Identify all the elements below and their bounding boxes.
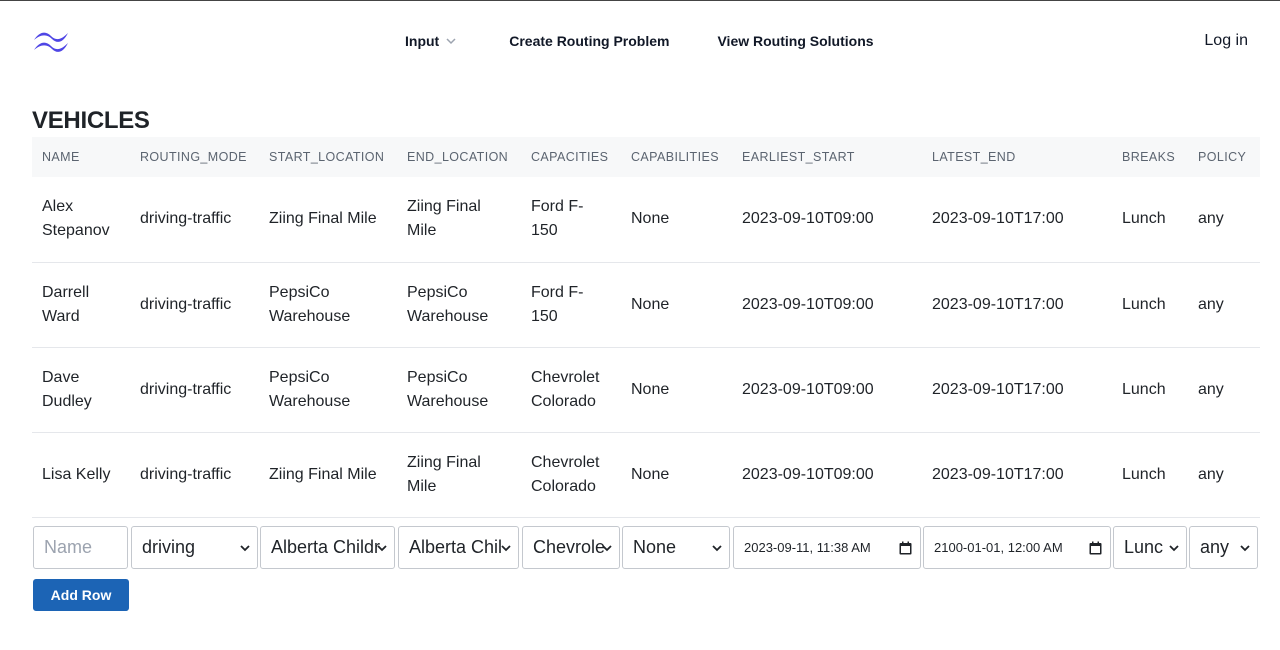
policy-value: any bbox=[1200, 537, 1230, 557]
tailwind-logo-icon[interactable] bbox=[32, 28, 70, 54]
chevron-down-icon bbox=[1240, 545, 1250, 552]
policy-select[interactable]: any bbox=[1189, 526, 1258, 569]
chevron-down-icon bbox=[602, 545, 612, 552]
page-title: VEHICLES bbox=[32, 107, 150, 134]
breaks-value: Lunc bbox=[1124, 537, 1164, 557]
nav-view-label: View Routing Solutions bbox=[717, 33, 874, 49]
cell-routing-mode: driving-traffic bbox=[140, 465, 232, 483]
cell-capacities: Chevrolet Colorado bbox=[531, 453, 600, 495]
cell-earliest-start: 2023-09-10T09:00 bbox=[742, 465, 874, 483]
routing-mode-value: driving bbox=[142, 537, 196, 557]
column-header-earliest-start[interactable]: EARLIEST_START bbox=[732, 137, 922, 177]
cell-capabilities: None bbox=[631, 465, 670, 483]
cell-latest-end: 2023-09-10T17:00 bbox=[932, 210, 1064, 228]
calendar-icon[interactable] bbox=[899, 541, 912, 555]
column-header-start-location[interactable]: START_LOCATION bbox=[259, 137, 397, 177]
cell-name: Lisa Kelly bbox=[42, 465, 111, 483]
capabilities-value: None bbox=[633, 537, 677, 557]
capacities-value: Chevrole bbox=[533, 537, 606, 557]
cell-breaks: Lunch bbox=[1122, 380, 1166, 398]
cell-policy: any bbox=[1198, 295, 1224, 313]
column-header-policy[interactable]: POLICY bbox=[1188, 137, 1260, 177]
cell-capabilities: None bbox=[631, 295, 670, 313]
nav-create-label: Create Routing Problem bbox=[509, 33, 670, 49]
cell-start-location: PepsiCo Warehouse bbox=[269, 368, 351, 410]
cell-name: Darrell Ward bbox=[42, 283, 90, 325]
cell-capacities: Ford F-150 bbox=[531, 198, 584, 240]
cell-latest-end: 2023-09-10T17:00 bbox=[932, 380, 1064, 398]
cell-end-location: Ziing Final Mile bbox=[407, 198, 481, 240]
cell-start-location: Ziing Final Mile bbox=[269, 465, 377, 483]
nav-input-label: Input bbox=[405, 33, 440, 49]
end-location-select[interactable]: Alberta Chil bbox=[398, 526, 519, 569]
earliest-start-value: 2023-09-11, 11:38 AM bbox=[744, 540, 871, 555]
cell-end-location: Ziing Final Mile bbox=[407, 453, 481, 495]
calendar-icon[interactable] bbox=[1089, 541, 1102, 555]
cell-routing-mode: driving-traffic bbox=[140, 295, 232, 313]
cell-end-location: PepsiCo Warehouse bbox=[407, 283, 489, 325]
cell-capabilities: None bbox=[631, 210, 670, 228]
cell-latest-end: 2023-09-10T17:00 bbox=[932, 295, 1064, 313]
add-row-button[interactable]: Add Row bbox=[33, 579, 129, 611]
nav-create-routing-problem[interactable]: Create Routing Problem bbox=[509, 33, 669, 49]
breaks-select[interactable]: Lunc bbox=[1113, 526, 1187, 569]
capabilities-select[interactable]: None bbox=[622, 526, 730, 569]
table-row[interactable]: Alex Stepanov driving-traffic Ziing Fina… bbox=[32, 177, 1260, 262]
latest-end-input[interactable]: 2100-01-01, 12:00 AM bbox=[923, 526, 1111, 569]
cell-breaks: Lunch bbox=[1122, 465, 1166, 483]
earliest-start-input[interactable]: 2023-09-11, 11:38 AM bbox=[733, 526, 921, 569]
cell-routing-mode: driving-traffic bbox=[140, 380, 232, 398]
column-header-latest-end[interactable]: LATEST_END bbox=[922, 137, 1112, 177]
chevron-down-icon bbox=[377, 545, 387, 552]
chevron-down-icon bbox=[240, 545, 250, 552]
login-link[interactable]: Log in bbox=[1204, 32, 1248, 50]
table-header-row: NAME ROUTING_MODE START_LOCATION END_LOC… bbox=[32, 137, 1260, 177]
cell-name: Alex Stepanov bbox=[42, 198, 110, 240]
column-header-end-location[interactable]: END_LOCATION bbox=[397, 137, 521, 177]
chevron-down-icon bbox=[1169, 545, 1179, 552]
end-location-value: Alberta Chil bbox=[409, 537, 503, 557]
cell-earliest-start: 2023-09-10T09:00 bbox=[742, 210, 874, 228]
cell-earliest-start: 2023-09-10T09:00 bbox=[742, 380, 874, 398]
table-row[interactable]: Darrell Ward driving-traffic PepsiCo War… bbox=[32, 262, 1260, 347]
cell-capabilities: None bbox=[631, 380, 670, 398]
column-header-routing-mode[interactable]: ROUTING_MODE bbox=[130, 137, 259, 177]
table-row[interactable]: Dave Dudley driving-traffic PepsiCo Ware… bbox=[32, 347, 1260, 432]
cell-policy: any bbox=[1198, 210, 1224, 228]
table-row[interactable]: Lisa Kelly driving-traffic Ziing Final M… bbox=[32, 432, 1260, 517]
cell-policy: any bbox=[1198, 465, 1224, 483]
cell-name: Dave Dudley bbox=[42, 368, 92, 410]
cell-routing-mode: driving-traffic bbox=[140, 210, 232, 228]
nav-input-dropdown[interactable]: Input bbox=[405, 33, 457, 49]
capacities-select[interactable]: Chevrole bbox=[522, 526, 620, 569]
cell-latest-end: 2023-09-10T17:00 bbox=[932, 465, 1064, 483]
vehicles-table: NAME ROUTING_MODE START_LOCATION END_LOC… bbox=[32, 137, 1260, 518]
column-header-capacities[interactable]: CAPACITIES bbox=[521, 137, 621, 177]
column-header-breaks[interactable]: BREAKS bbox=[1112, 137, 1188, 177]
column-header-name[interactable]: NAME bbox=[32, 137, 130, 177]
cell-earliest-start: 2023-09-10T09:00 bbox=[742, 295, 874, 313]
nav-menu: Input Create Routing Problem View Routin… bbox=[405, 33, 874, 49]
chevron-down-icon bbox=[712, 545, 722, 552]
start-location-value: Alberta Childr bbox=[271, 537, 381, 557]
column-header-capabilities[interactable]: CAPABILITIES bbox=[621, 137, 732, 177]
cell-breaks: Lunch bbox=[1122, 210, 1166, 228]
cell-start-location: Ziing Final Mile bbox=[269, 210, 377, 228]
cell-capacities: Chevrolet Colorado bbox=[531, 368, 600, 410]
cell-start-location: PepsiCo Warehouse bbox=[269, 283, 351, 325]
chevron-down-icon bbox=[501, 545, 511, 552]
cell-breaks: Lunch bbox=[1122, 295, 1166, 313]
start-location-select[interactable]: Alberta Childr bbox=[260, 526, 395, 569]
routing-mode-select[interactable]: driving bbox=[131, 526, 258, 569]
nav-view-routing-solutions[interactable]: View Routing Solutions bbox=[717, 33, 873, 49]
chevron-down-icon bbox=[446, 38, 456, 45]
cell-end-location: PepsiCo Warehouse bbox=[407, 368, 489, 410]
latest-end-value: 2100-01-01, 12:00 AM bbox=[934, 540, 1063, 555]
name-input[interactable]: Name bbox=[33, 526, 128, 569]
cell-policy: any bbox=[1198, 380, 1224, 398]
cell-capacities: Ford F-150 bbox=[531, 283, 584, 325]
top-nav: Input Create Routing Problem View Routin… bbox=[0, 1, 1280, 81]
